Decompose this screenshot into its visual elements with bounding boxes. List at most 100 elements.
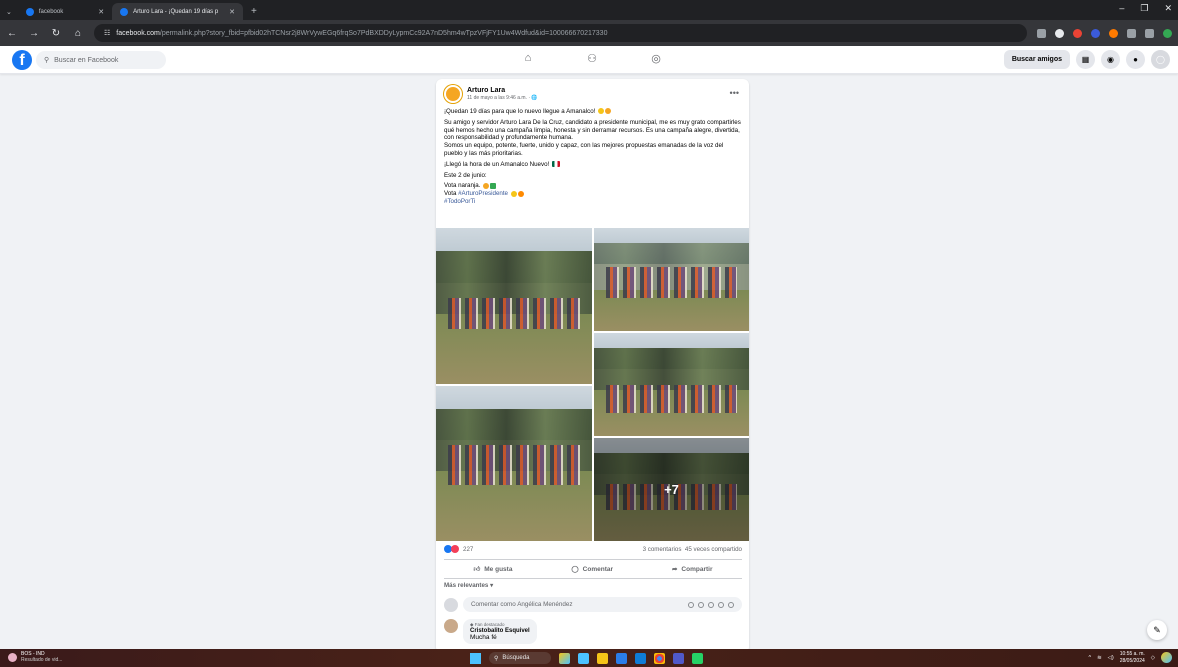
groups-icon[interactable]: ◎	[648, 52, 664, 65]
comment-tools	[688, 601, 734, 608]
notification-bell-icon[interactable]: ◇	[1151, 655, 1155, 661]
widgets-icon[interactable]	[559, 652, 570, 664]
facebook-header: f ⚲ Buscar en Facebook ⌂ ⚇ ◎ Buscar amig…	[0, 46, 1178, 74]
url-bar[interactable]: ☷ facebook.com /permalink.php?story_fbid…	[94, 24, 1027, 42]
browser-tabbar: ⌄ facebook ✕ Arturo Lara - ¡Quedan 19 dí…	[0, 0, 1178, 20]
search-icon: ⚲	[44, 57, 50, 64]
clock[interactable]: 10:55 a. m. 28/05/2024	[1120, 651, 1145, 664]
restore-icon[interactable]: ❐	[1140, 3, 1148, 14]
teams-icon[interactable]	[673, 652, 684, 664]
friends-icon[interactable]: ⚇	[584, 52, 600, 65]
tab-facebook[interactable]: facebook ✕	[18, 3, 112, 20]
main-nav: ⌂ ⚇ ◎	[520, 52, 664, 65]
author-avatar[interactable]	[444, 85, 462, 103]
comment-sort-dropdown[interactable]: Más relevantes ▾	[444, 582, 493, 589]
cast-icon[interactable]	[1037, 28, 1046, 38]
post-card: Arturo Lara 11 de mayo a las 9:46 a.m. ·…	[436, 79, 749, 653]
comment-button[interactable]: ◯ Comentar	[571, 565, 613, 574]
reactions-count: 227	[463, 545, 474, 553]
back-icon[interactable]: ←	[6, 28, 18, 39]
extension-icon[interactable]	[1073, 28, 1082, 38]
home-icon[interactable]: ⌂	[520, 52, 536, 65]
close-window-icon[interactable]: ✕	[1164, 3, 1172, 14]
compose-icon: ✎	[1153, 624, 1161, 635]
comment-placeholder: Comentar como Angélica Menéndez	[471, 601, 573, 608]
taskbar-search[interactable]: ⚲ Búsqueda	[489, 652, 551, 664]
wifi-icon[interactable]: ≋	[1097, 655, 1102, 661]
checkmark-icon	[490, 182, 497, 189]
facebook-logo-icon[interactable]: f	[12, 50, 32, 70]
comment-item: ◆ Fan destacado Cristobalito Esquivel Mu…	[444, 619, 537, 644]
close-icon[interactable]: ✕	[98, 8, 104, 16]
camera-icon[interactable]	[708, 601, 714, 608]
minimize-icon[interactable]: –	[1119, 3, 1124, 14]
facebook-search-input[interactable]: ⚲ Buscar en Facebook	[36, 51, 166, 69]
hashtag-link[interactable]: #TodoPorTi	[444, 198, 475, 205]
post-line-junio: Este 2 de junio:	[444, 171, 487, 179]
comment-input[interactable]: Comentar como Angélica Menéndez	[463, 597, 742, 612]
gif-icon[interactable]	[718, 601, 724, 608]
header-actions: Buscar amigos ▦ ◉ ● ◯	[1003, 50, 1170, 69]
post-photo[interactable]	[594, 333, 749, 436]
chrome-icon[interactable]	[654, 652, 665, 664]
file-explorer-icon[interactable]	[597, 652, 608, 664]
url-host: facebook.com	[116, 29, 160, 37]
post-photo[interactable]	[436, 228, 592, 384]
comment-bubble-icon: ◯	[571, 566, 579, 573]
post-photo-more[interactable]: +7	[594, 438, 749, 541]
copilot-icon[interactable]	[1161, 652, 1172, 663]
facebook-favicon-icon	[120, 7, 129, 16]
love-reaction-icon	[451, 545, 459, 553]
comments-count-link[interactable]: 3 comentarios	[643, 546, 682, 553]
new-message-button[interactable]: ✎	[1147, 620, 1167, 640]
shares-count-link[interactable]: 45 veces compartido	[685, 546, 742, 553]
find-friends-button[interactable]: Buscar amigos	[1003, 50, 1070, 69]
puzzle-icon[interactable]	[1127, 28, 1136, 38]
more-options-icon[interactable]: •••	[730, 88, 739, 98]
window-controls: – ❐ ✕	[1119, 3, 1172, 14]
volume-icon[interactable]: ◁)	[1108, 655, 1114, 661]
commenter-avatar[interactable]	[444, 619, 458, 633]
post-timestamp[interactable]: 11 de mayo a las 9:46 a.m. · 🌐	[467, 95, 538, 101]
sticker-alt-icon[interactable]	[728, 601, 734, 608]
forward-icon[interactable]: →	[28, 28, 40, 39]
like-button[interactable]: 👍︎ Me gusta	[473, 565, 512, 574]
post-body-1: Su amigo y servidor Arturo Lara De la Cr…	[444, 118, 741, 142]
bookmark-star-icon[interactable]	[1055, 28, 1064, 38]
downloads-icon[interactable]	[1145, 28, 1154, 38]
post-photo[interactable]	[436, 386, 592, 541]
windows-start-icon[interactable]	[470, 652, 481, 664]
account-avatar[interactable]: ◯	[1151, 50, 1170, 69]
weather-widget[interactable]: BOS - IND Resultado de vid...	[8, 651, 62, 663]
profile-icon[interactable]	[1163, 28, 1172, 38]
reload-icon[interactable]: ↻	[50, 28, 62, 39]
whatsapp-icon[interactable]	[692, 652, 703, 664]
tab-arturo-lara[interactable]: Arturo Lara - ¡Quedan 19 días p ✕	[112, 3, 244, 20]
edge-icon[interactable]	[616, 652, 627, 664]
author-name[interactable]: Arturo Lara	[467, 87, 538, 94]
reactions-count-link[interactable]: 227	[444, 545, 473, 553]
extension-icon[interactable]	[1109, 28, 1118, 38]
reactions-summary: 227 3 comentarios 45 veces compartido	[444, 545, 742, 553]
sticker-icon[interactable]	[688, 601, 694, 608]
thumbs-up-icon: 👍︎	[473, 566, 481, 573]
hashtag-link[interactable]: #ArturoPresidente	[458, 190, 508, 197]
menu-grid-icon[interactable]: ▦	[1076, 50, 1095, 69]
tray-overflow-icon[interactable]: ^	[1088, 655, 1091, 661]
post-line-vota2: Vota	[444, 190, 459, 198]
site-info-icon[interactable]: ☷	[104, 29, 110, 37]
notifications-bell-icon[interactable]: ●	[1126, 50, 1145, 69]
new-tab-button[interactable]: +	[243, 3, 265, 20]
badge-icon: ◆	[470, 622, 474, 627]
task-view-icon[interactable]	[578, 652, 589, 664]
share-button[interactable]: ➦ Compartir	[672, 565, 713, 574]
post-photo[interactable]	[594, 228, 749, 331]
tab-title: facebook	[38, 8, 64, 15]
messenger-icon[interactable]: ◉	[1101, 50, 1120, 69]
close-icon[interactable]: ✕	[229, 8, 235, 16]
home-icon[interactable]: ⌂	[72, 28, 84, 39]
store-icon[interactable]	[635, 652, 646, 664]
extension-icon[interactable]	[1091, 28, 1100, 38]
emoji-picker-icon[interactable]	[698, 601, 704, 608]
tab-search-button[interactable]: ⌄	[0, 3, 18, 20]
